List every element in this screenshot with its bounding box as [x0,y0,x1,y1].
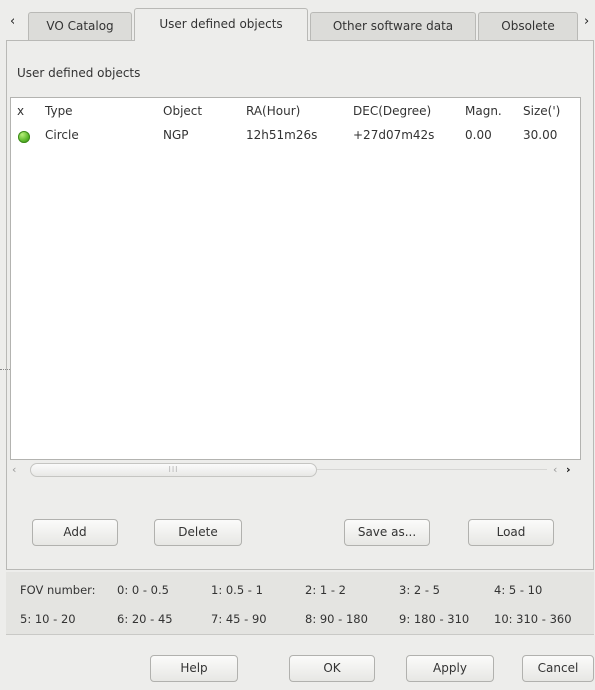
column-header-type[interactable]: Type [45,104,73,118]
tab-vo-catalog[interactable]: VO Catalog [28,12,132,40]
fov-item-3: 3: 2 - 5 [399,583,440,597]
section-title: User defined objects [17,66,141,80]
table-row[interactable]: Circle NGP 12h51m26s +27d07m42s 0.00 30.… [11,128,580,150]
apply-button[interactable]: Apply [406,655,494,682]
fov-item-6: 6: 20 - 45 [117,612,173,626]
tab-user-defined-objects[interactable]: User defined objects [134,8,308,41]
cell-size: 30.00 [523,128,558,142]
horizontal-scrollbar[interactable]: ‹ III ‹ › [10,460,581,482]
cell-ra: 12h51m26s [246,128,318,142]
fov-item-8: 8: 90 - 180 [305,612,368,626]
column-header-x[interactable]: x [17,104,24,118]
cell-magn: 0.00 [465,128,492,142]
delete-button[interactable]: Delete [154,519,242,546]
help-button[interactable]: Help [150,655,238,682]
cell-dec: +27d07m42s [353,128,435,142]
footer-divider [6,634,594,635]
tab-bar: ‹ VO Catalog User defined objects Other … [0,0,595,41]
add-button[interactable]: Add [32,519,118,546]
column-header-ra[interactable]: RA(Hour) [246,104,300,118]
fov-item-0: 0: 0 - 0.5 [117,583,169,597]
scroll-prev-arrow-icon[interactable]: ‹ [553,463,557,476]
ok-button[interactable]: OK [289,655,375,682]
load-button[interactable]: Load [468,519,554,546]
tab-scroll-left-icon[interactable]: ‹ [10,14,15,29]
fov-item-10: 10: 310 - 360 [494,612,572,626]
cell-type: Circle [45,128,79,142]
dotted-guide [0,369,10,370]
cancel-button[interactable]: Cancel [522,655,594,682]
scrollbar-thumb[interactable]: III [30,463,317,477]
column-header-dec[interactable]: DEC(Degree) [353,104,431,118]
scrollbar-track[interactable] [317,469,547,470]
fov-item-9: 9: 180 - 310 [399,612,470,626]
scroll-left-arrow-icon[interactable]: ‹ [12,463,16,476]
fov-item-7: 7: 45 - 90 [211,612,267,626]
status-dot-icon[interactable] [18,131,30,143]
tab-other-software-data[interactable]: Other software data [310,12,476,40]
column-header-size[interactable]: Size(') [523,104,560,118]
fov-item-5: 5: 10 - 20 [20,612,76,626]
fov-label: FOV number: [20,583,96,597]
column-header-magn[interactable]: Magn. [465,104,502,118]
objects-table[interactable]: x Type Object RA(Hour) DEC(Degree) Magn.… [10,97,581,460]
column-header-object[interactable]: Object [163,104,202,118]
cell-object: NGP [163,128,189,142]
save-as-button[interactable]: Save as... [344,519,430,546]
fov-item-4: 4: 5 - 10 [494,583,543,597]
table-header: x Type Object RA(Hour) DEC(Degree) Magn.… [11,104,580,126]
tab-obsolete[interactable]: Obsolete [478,12,578,40]
fov-item-2: 2: 1 - 2 [305,583,346,597]
scroll-next-arrow-icon[interactable]: › [566,463,571,476]
fov-item-1: 1: 0.5 - 1 [211,583,263,597]
tab-scroll-right-icon[interactable]: › [584,14,589,29]
